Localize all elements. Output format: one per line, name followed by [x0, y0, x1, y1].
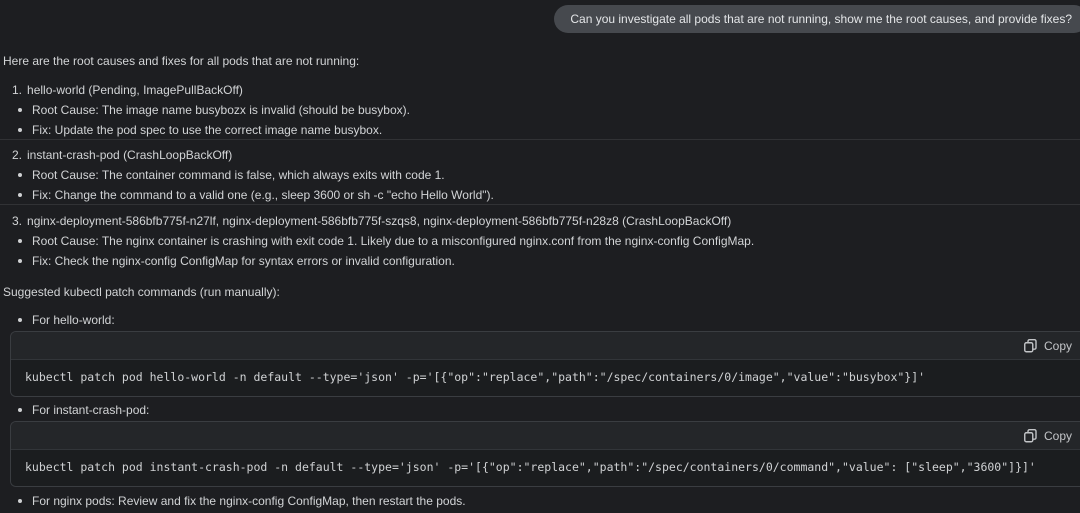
root-cause-bullet: Root Cause: The nginx container is crash… — [0, 234, 1080, 248]
copy-icon — [1024, 339, 1037, 353]
bullet-icon — [18, 259, 22, 263]
pod-title: 3. nginx-deployment-586bfb775f-n27lf, ngi… — [0, 214, 1080, 228]
bullet-icon — [18, 499, 22, 503]
patch-label-hello-world: For hello-world: — [0, 313, 1080, 327]
patch-label-text: For instant-crash-pod: — [32, 403, 149, 417]
fix-text: Fix: Update the pod spec to use the corr… — [32, 123, 382, 137]
copy-button-label: Copy — [1044, 339, 1072, 353]
bullet-icon — [18, 239, 22, 243]
user-message-bubble: Can you investigate all pods that are no… — [554, 5, 1080, 33]
section-divider — [0, 139, 1080, 140]
pod-title-text: nginx-deployment-586bfb775f-n27lf, nginx… — [27, 214, 731, 228]
code-block-header: Copy — [11, 422, 1080, 450]
pod-title: 2. instant-crash-pod (CrashLoopBackOff) — [0, 148, 1080, 162]
list-number: 1. — [12, 83, 22, 97]
pod-title-text: instant-crash-pod (CrashLoopBackOff) — [27, 148, 232, 162]
code-command[interactable]: kubectl patch pod hello-world -n default… — [11, 360, 1080, 396]
list-number: 2. — [12, 148, 22, 162]
root-cause-bullet: Root Cause: The image name busybozx is i… — [0, 103, 1080, 117]
fix-text: Fix: Check the nginx-config ConfigMap fo… — [32, 254, 455, 268]
section-divider — [0, 204, 1080, 205]
root-cause-bullet: Root Cause: The container command is fal… — [0, 168, 1080, 182]
copy-button[interactable]: Copy — [1024, 339, 1072, 353]
bullet-icon — [18, 173, 22, 177]
code-block-instant-crash-pod: Copy kubectl patch pod instant-crash-pod… — [10, 421, 1080, 487]
patch-label-instant-crash-pod: For instant-crash-pod: — [0, 403, 1080, 417]
pod-title: 1. hello-world (Pending, ImagePullBackOff… — [0, 83, 1080, 97]
bullet-icon — [18, 193, 22, 197]
intro-text: Here are the root causes and fixes for a… — [3, 54, 1080, 68]
copy-button-label: Copy — [1044, 429, 1072, 443]
pod-item-instant-crash-pod: 2. instant-crash-pod (CrashLoopBackOff) R… — [0, 148, 1080, 205]
pod-item-hello-world: 1. hello-world (Pending, ImagePullBackOff… — [0, 83, 1080, 140]
pod-item-nginx-deployment: 3. nginx-deployment-586bfb775f-n27lf, ngi… — [0, 214, 1080, 268]
nginx-note-bullet: For nginx pods: Review and fix the nginx… — [0, 494, 1080, 508]
fix-text: Fix: Change the command to a valid one (… — [32, 188, 494, 202]
list-number: 3. — [12, 214, 22, 228]
fix-bullet: Fix: Check the nginx-config ConfigMap fo… — [0, 254, 1080, 268]
root-cause-text: Root Cause: The container command is fal… — [32, 168, 445, 182]
assistant-message: Here are the root causes and fixes for a… — [0, 54, 1080, 513]
copy-button[interactable]: Copy — [1024, 429, 1072, 443]
fix-bullet: Fix: Change the command to a valid one (… — [0, 188, 1080, 202]
bullet-icon — [18, 318, 22, 322]
pod-title-text: hello-world (Pending, ImagePullBackOff) — [27, 83, 243, 97]
patch-label-text: For hello-world: — [32, 313, 115, 327]
root-cause-text: Root Cause: The nginx container is crash… — [32, 234, 754, 248]
bullet-icon — [18, 408, 22, 412]
copy-icon — [1024, 429, 1037, 443]
code-command[interactable]: kubectl patch pod instant-crash-pod -n d… — [11, 450, 1080, 486]
bullet-icon — [18, 128, 22, 132]
root-cause-text: Root Cause: The image name busybozx is i… — [32, 103, 410, 117]
code-block-header: Copy — [11, 332, 1080, 360]
user-message-row: Can you investigate all pods that are no… — [0, 0, 1080, 33]
fix-bullet: Fix: Update the pod spec to use the corr… — [0, 123, 1080, 137]
patch-intro-text: Suggested kubectl patch commands (run ma… — [3, 285, 1080, 299]
code-block-hello-world: Copy kubectl patch pod hello-world -n de… — [10, 331, 1080, 397]
nginx-note-text: For nginx pods: Review and fix the nginx… — [32, 494, 466, 508]
bullet-icon — [18, 108, 22, 112]
